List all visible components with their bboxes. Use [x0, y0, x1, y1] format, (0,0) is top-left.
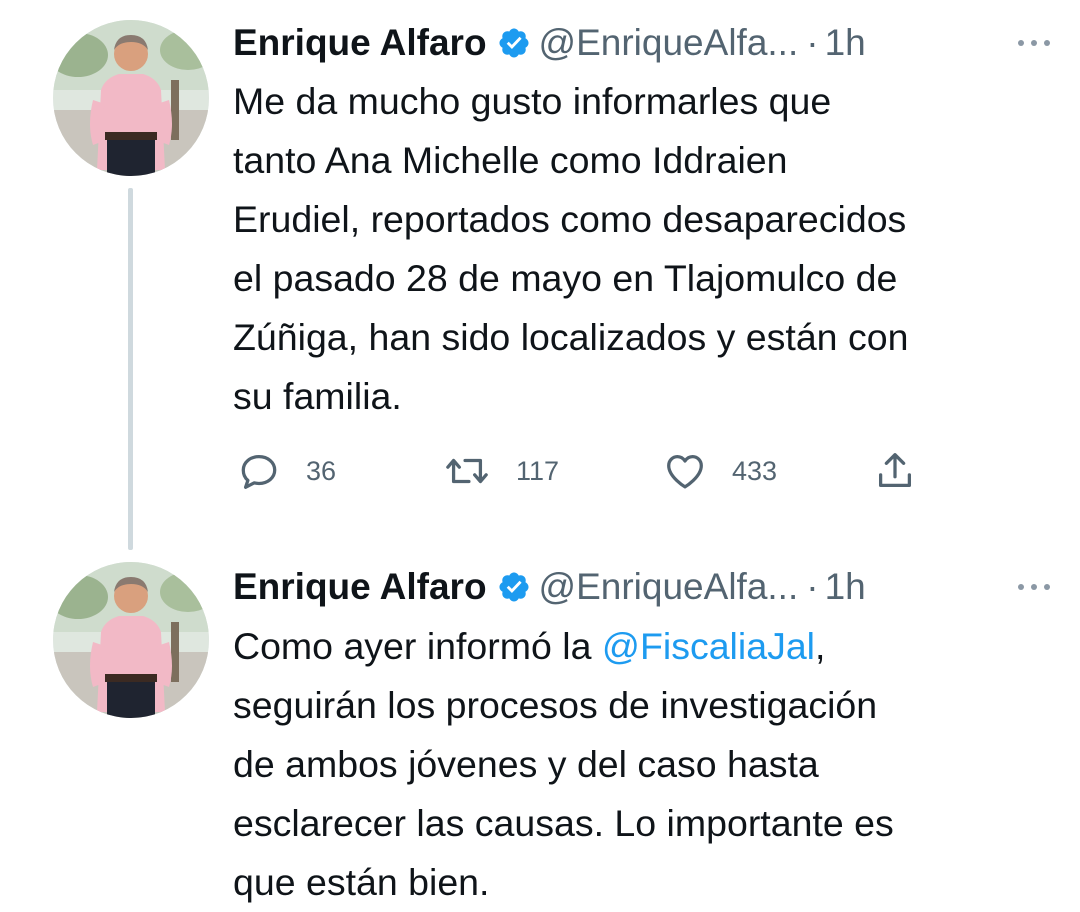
tweet-text: Como ayer informó la @FiscaliaJal, segui… [233, 617, 1062, 912]
tweet-header: Enrique Alfaro @EnriqueAlfa... · 1h [233, 18, 1060, 68]
retweet-count: 117 [516, 455, 560, 486]
tweet-header: Enrique Alfaro @EnriqueAlfa... · 1h [233, 562, 1060, 612]
retweet-button[interactable]: 117 [442, 446, 559, 496]
verified-badge-icon [497, 26, 531, 60]
profile-photo-icon [53, 20, 209, 176]
mention-link[interactable]: @FiscaliaJal [602, 625, 815, 667]
avatar[interactable] [53, 20, 209, 176]
tweet-text-start: Como ayer informó la [233, 625, 602, 667]
separator-dot: · [806, 566, 819, 607]
timestamp[interactable]: 1h [825, 562, 866, 612]
profile-photo-icon [53, 562, 209, 718]
share-icon [878, 453, 912, 488]
author-handle[interactable]: @EnriqueAlfa... [539, 18, 799, 68]
reply-button[interactable]: 36 [236, 446, 336, 496]
retweet-icon [446, 458, 488, 484]
author-name[interactable]: Enrique Alfaro [233, 18, 487, 68]
avatar[interactable] [53, 562, 209, 718]
share-button[interactable] [872, 446, 918, 496]
author-name[interactable]: Enrique Alfaro [233, 562, 487, 612]
like-count: 433 [732, 455, 778, 486]
timestamp[interactable]: 1h [825, 18, 866, 68]
reply-count: 36 [306, 455, 337, 486]
tweet-2[interactable]: Enrique Alfaro @EnriqueAlfa... · 1h Como… [0, 560, 1080, 911]
tweet-text: Me da mucho gusto informarles que tanto … [233, 80, 909, 417]
author-handle[interactable]: @EnriqueAlfa... [539, 562, 799, 612]
heart-icon [667, 454, 703, 489]
reply-icon [241, 454, 277, 489]
verified-badge-icon [497, 570, 531, 604]
like-button[interactable]: 433 [662, 446, 777, 496]
tweet-1[interactable]: Enrique Alfaro @EnriqueAlfa... · 1h Me d… [0, 0, 1080, 560]
thread-line [128, 188, 133, 550]
separator-dot: · [806, 22, 819, 63]
